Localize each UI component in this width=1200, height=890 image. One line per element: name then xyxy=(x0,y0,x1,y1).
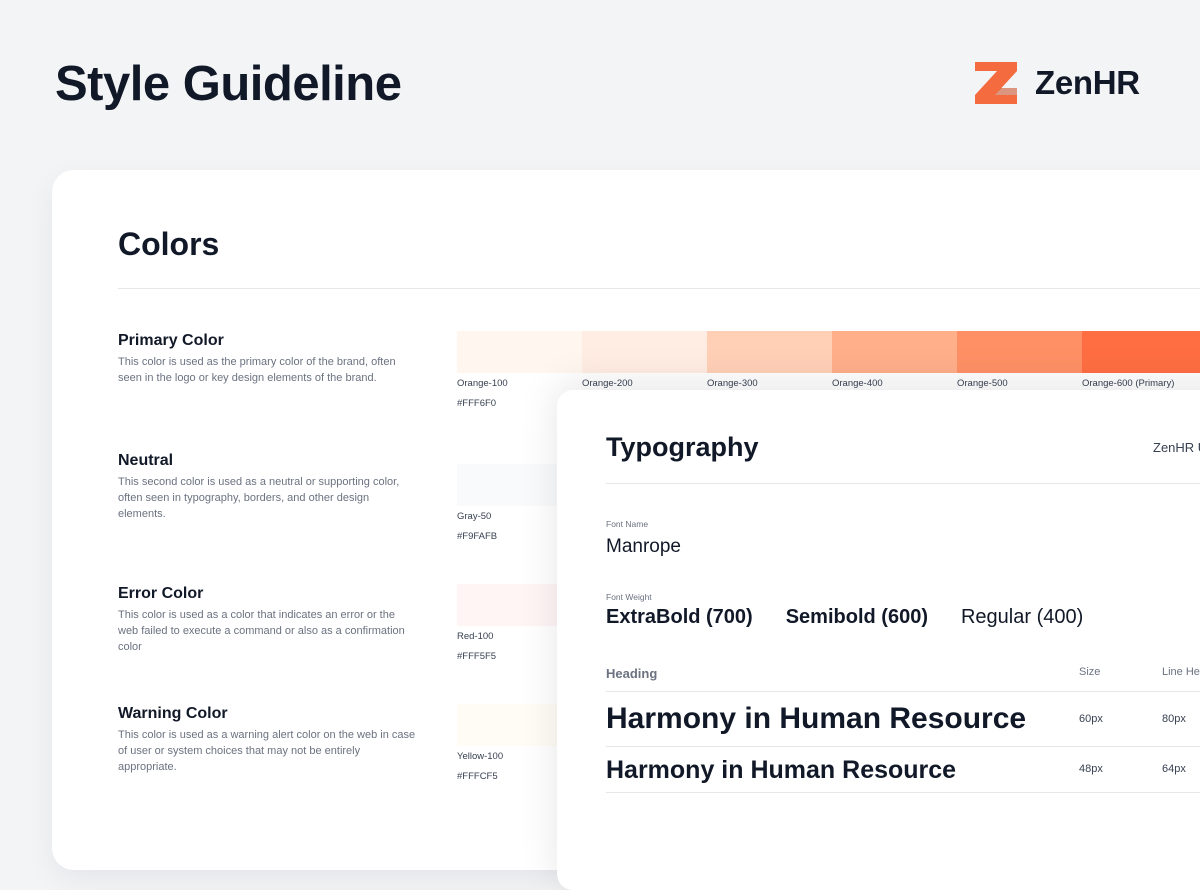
heading-sample-h1: Harmony in Human Resource xyxy=(606,702,1027,735)
color-group-title: Warning Color xyxy=(118,705,228,722)
brand-name: ZenHR xyxy=(1035,64,1140,101)
size-cell: 48px xyxy=(1079,763,1103,775)
swatch-name: Orange-100 xyxy=(457,378,508,389)
line-height-cell: 80px xyxy=(1162,713,1186,725)
column-header-heading: Heading xyxy=(606,666,658,681)
table-row-divider xyxy=(606,792,1200,793)
swatch-chip xyxy=(582,331,707,373)
font-weight-list: ExtraBold (700) Semibold (600) Regular (… xyxy=(606,606,1083,629)
color-group-error: Error Color This color is used as a colo… xyxy=(118,585,418,655)
color-group-title: Error Color xyxy=(118,585,204,602)
typography-card: Typography ZenHR U Font Name Manrope Fon… xyxy=(557,390,1200,890)
weight-extrabold: ExtraBold (700) xyxy=(606,606,753,628)
color-group-neutral: Neutral This second color is used as a n… xyxy=(118,452,418,522)
color-group-description: This color is used as a color that indic… xyxy=(118,609,405,653)
color-group-description: This second color is used as a neutral o… xyxy=(118,476,400,520)
typography-brand-label: ZenHR U xyxy=(1153,440,1200,455)
weight-regular: Regular (400) xyxy=(960,606,1084,628)
color-group-title: Neutral xyxy=(118,452,174,469)
color-group-description: This color is used as a warning alert co… xyxy=(118,729,416,773)
swatch-chip xyxy=(1082,331,1200,373)
font-name-label: Font Name xyxy=(606,519,649,529)
color-group-warning: Warning Color This color is used as a wa… xyxy=(118,705,418,775)
swatch-chip xyxy=(457,331,582,373)
section-divider xyxy=(118,288,1200,289)
typography-title: Typography xyxy=(606,432,759,462)
color-group-primary: Primary Color This color is used as the … xyxy=(118,332,418,386)
colors-section-title: Colors xyxy=(118,226,220,262)
brand-logo: ZenHR xyxy=(975,62,1140,104)
swatch-chip xyxy=(957,331,1082,373)
color-group-title: Primary Color xyxy=(118,332,224,349)
zenhr-logo-icon xyxy=(975,62,1017,104)
size-cell: 60px xyxy=(1079,713,1103,725)
font-name-value: Manrope xyxy=(606,536,681,557)
column-header-size: Size xyxy=(1079,666,1101,678)
line-height-cell: 64px xyxy=(1162,763,1186,775)
column-header-line-height: Line Heig xyxy=(1162,666,1200,678)
swatch-chip xyxy=(707,331,832,373)
weight-semibold: Semibold (600) xyxy=(785,606,928,628)
color-group-description: This color is used as the primary color … xyxy=(118,356,396,384)
table-row-divider xyxy=(606,691,1200,692)
heading-sample-h2: Harmony in Human Resource xyxy=(606,756,957,784)
table-row-divider xyxy=(606,746,1200,747)
typography-divider xyxy=(606,483,1200,484)
swatch-chip xyxy=(832,331,957,373)
font-weight-label: Font Weight xyxy=(606,592,652,602)
page-title: Style Guideline xyxy=(55,57,402,111)
